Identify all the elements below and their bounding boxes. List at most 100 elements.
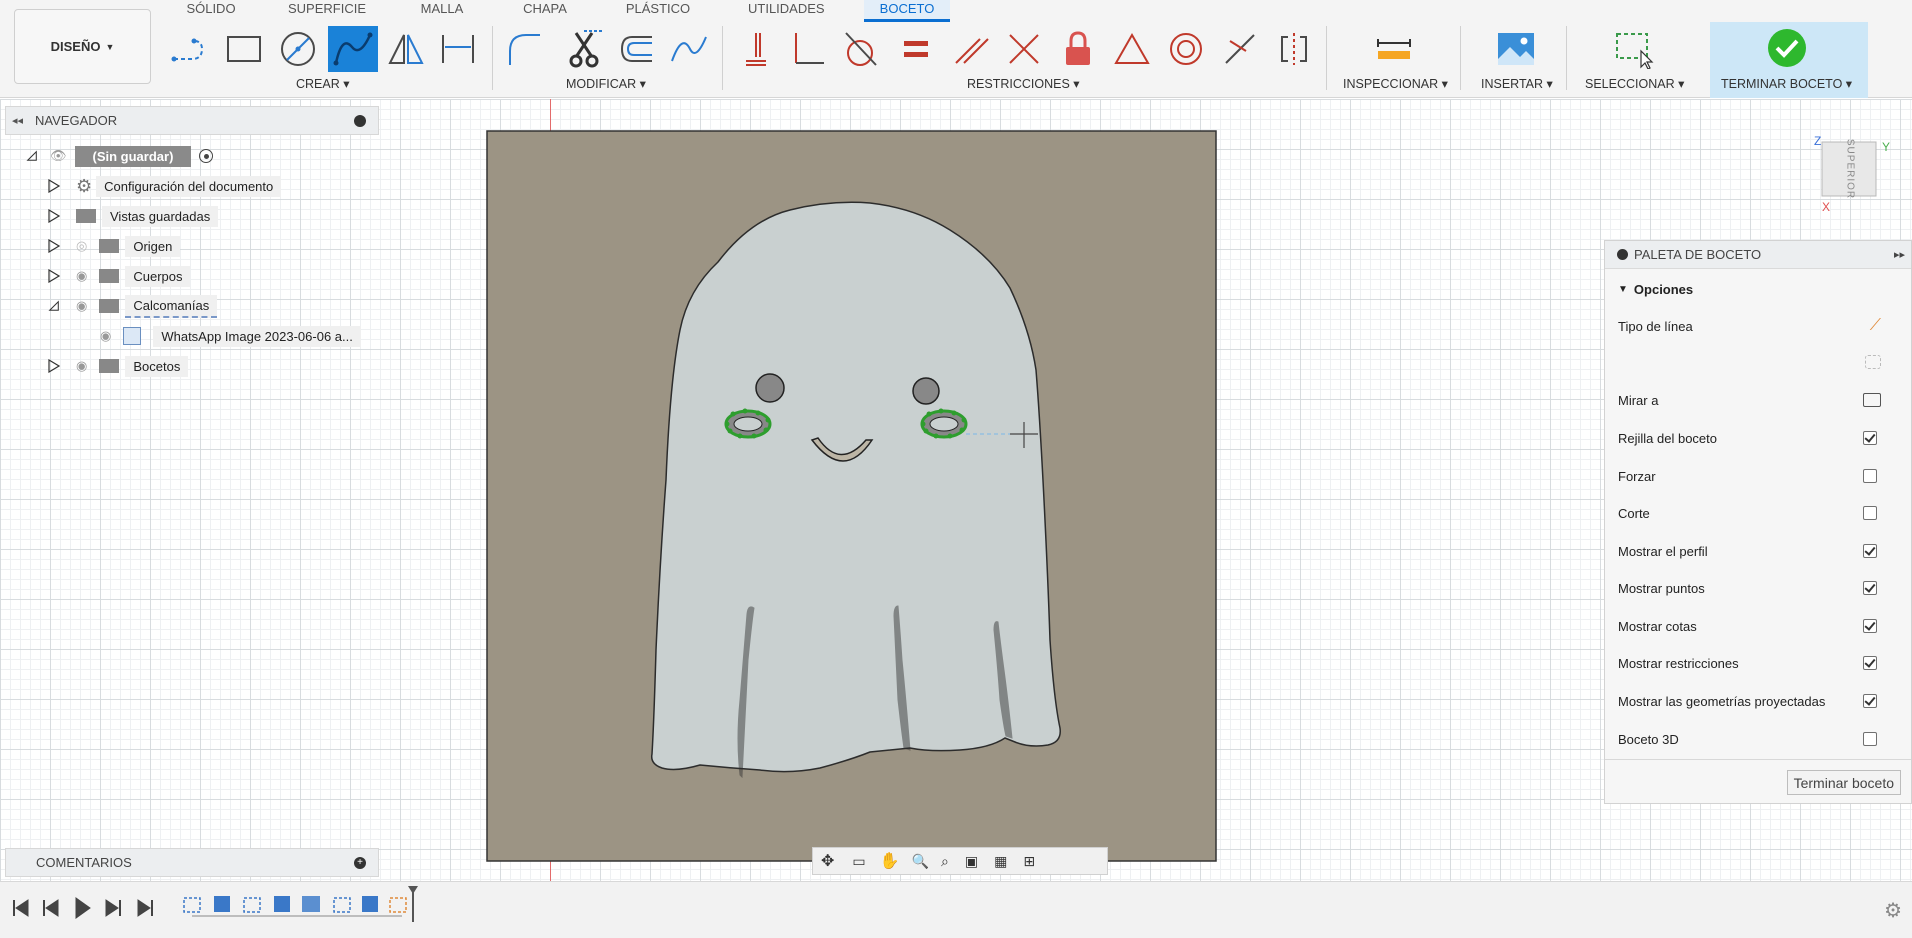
option-label: Mostrar cotas bbox=[1618, 618, 1697, 634]
look-at-icon[interactable] bbox=[1863, 393, 1881, 407]
navigation-bar: ✥ ▭ ✋ 🔍 ⌕ ▣ ▦ ⊞ bbox=[812, 847, 1108, 875]
eye-icon[interactable]: ◉ bbox=[76, 358, 87, 374]
palette-row-linetype: Tipo de línea ⟋ bbox=[1605, 311, 1911, 341]
show-profile-checkbox[interactable] bbox=[1863, 544, 1877, 558]
axis-z-label: Z bbox=[1814, 134, 1822, 148]
construction-line-icon[interactable]: ⟋ bbox=[1870, 317, 1881, 335]
show-constraints-checkbox[interactable] bbox=[1863, 656, 1877, 670]
eye-icon[interactable]: ◉ bbox=[100, 328, 111, 344]
browser-item-label: WhatsApp Image 2023-06-06 a... bbox=[153, 325, 361, 347]
palette-title: PALETA DE BOCETO bbox=[1634, 247, 1762, 262]
expand-triangle-icon[interactable] bbox=[48, 358, 61, 374]
slice-checkbox[interactable] bbox=[1863, 506, 1877, 520]
expand-triangle-icon[interactable] bbox=[48, 208, 61, 224]
option-label: Forzar bbox=[1618, 468, 1656, 484]
folder-icon bbox=[99, 299, 120, 313]
viewcube-face-label: SUPERIOR bbox=[1844, 138, 1856, 200]
expand-triangle-icon[interactable] bbox=[48, 238, 61, 254]
display-settings-icon[interactable]: ▣ bbox=[965, 853, 978, 870]
folder-icon bbox=[99, 359, 120, 373]
browser-item-label: Vistas guardadas bbox=[102, 205, 219, 227]
grid-icon[interactable]: ▦ bbox=[994, 853, 1007, 870]
add-comment-icon[interactable]: + bbox=[354, 856, 366, 869]
pan-hand-icon[interactable]: ✋ bbox=[880, 851, 900, 871]
comments-title: COMENTARIOS bbox=[36, 855, 132, 870]
eye-icon[interactable]: ◉ bbox=[76, 268, 87, 284]
palette-row-look-at: Mirar a bbox=[1605, 385, 1911, 415]
expand-triangle-icon[interactable] bbox=[48, 178, 61, 194]
centerline-icon[interactable] bbox=[1865, 355, 1881, 369]
body-feature-icon bbox=[274, 896, 290, 912]
play-icon bbox=[75, 897, 91, 919]
browser-item-saved-views[interactable]: Vistas guardadas bbox=[48, 204, 219, 228]
sketch-feature-icon bbox=[243, 897, 261, 913]
timeline-bar: ⚙ bbox=[0, 881, 1912, 938]
eye-icon[interactable]: ◉ bbox=[76, 298, 87, 314]
decal-feature-icon bbox=[302, 896, 320, 912]
divider bbox=[1605, 759, 1911, 760]
browser-item-bodies[interactable]: ◉ Cuerpos bbox=[48, 264, 191, 288]
look-at-icon[interactable]: ▭ bbox=[852, 853, 865, 870]
browser-item-label: Origen bbox=[125, 235, 181, 257]
settings-gear-icon[interactable]: ⚙ bbox=[1884, 898, 1902, 923]
browser-item-sketches[interactable]: ◉ Bocetos bbox=[48, 354, 189, 378]
finish-sketch-button[interactable]: Terminar boceto bbox=[1786, 770, 1901, 795]
decal-image-icon bbox=[123, 327, 142, 345]
browser-root-row[interactable]: 👁 (Sin guardar) bbox=[26, 144, 214, 168]
palette-row-snap: Forzar bbox=[1605, 461, 1911, 491]
collapse-triangle-icon[interactable] bbox=[26, 149, 38, 163]
palette-row-show-dimensions: Mostrar cotas bbox=[1605, 611, 1911, 641]
zoom-icon[interactable]: 🔍 bbox=[912, 853, 929, 870]
palette-row-sketch-grid: Rejilla del boceto bbox=[1605, 423, 1911, 453]
expand-triangle-icon[interactable] bbox=[48, 268, 61, 284]
chevron-down-icon: ▼ bbox=[1618, 283, 1628, 295]
sketch-palette: PALETA DE BOCETO ▸▸ ▼ Opciones Tipo de l… bbox=[1604, 240, 1912, 804]
sketch-feature-icon bbox=[183, 897, 201, 913]
viewcube[interactable]: SUPERIOR Z Y X bbox=[1800, 134, 1900, 214]
show-points-checkbox[interactable] bbox=[1863, 581, 1877, 595]
root-component-label: (Sin guardar) bbox=[74, 145, 192, 167]
browser-item-label: Bocetos bbox=[125, 355, 189, 377]
show-projected-checkbox[interactable] bbox=[1863, 694, 1877, 708]
show-dimensions-checkbox[interactable] bbox=[1863, 619, 1877, 633]
collapse-panel-icon[interactable]: ◂◂ bbox=[12, 114, 23, 127]
palette-row-show-projected: Mostrar las geometrías proyectadas bbox=[1605, 686, 1911, 716]
option-label: Mostrar el perfil bbox=[1618, 543, 1708, 559]
expand-panel-icon[interactable]: ▸▸ bbox=[1894, 248, 1905, 261]
browser-item-document-settings[interactable]: ⚙ Configuración del documento bbox=[48, 174, 282, 198]
timeline-features[interactable] bbox=[178, 882, 418, 922]
browser-title: NAVEGADOR bbox=[35, 113, 118, 128]
right-cheek-inner bbox=[929, 416, 959, 432]
folder-icon bbox=[76, 209, 96, 223]
sketch-feature-icon bbox=[389, 897, 407, 913]
minimize-icon[interactable] bbox=[354, 114, 366, 127]
snap-checkbox[interactable] bbox=[1863, 469, 1877, 483]
3d-sketch-checkbox[interactable] bbox=[1863, 732, 1877, 746]
browser-item-decal-image[interactable]: ◉ WhatsApp Image 2023-06-06 a... bbox=[96, 324, 361, 348]
option-label: Mostrar puntos bbox=[1618, 580, 1705, 596]
viewports-icon[interactable]: ⊞ bbox=[1023, 853, 1035, 870]
sketch-grid-checkbox[interactable] bbox=[1863, 431, 1877, 445]
comments-panel-header[interactable]: COMENTARIOS + bbox=[5, 848, 379, 877]
browser-panel-header[interactable]: ◂◂ NAVEGADOR bbox=[5, 106, 379, 135]
section-title: Opciones bbox=[1633, 281, 1694, 297]
ghost-eye bbox=[912, 377, 940, 405]
go-to-start-icon bbox=[13, 899, 29, 917]
axis-y-label: Y bbox=[1882, 140, 1891, 154]
collapse-triangle-icon[interactable] bbox=[48, 299, 60, 313]
minimize-icon[interactable] bbox=[1617, 249, 1628, 260]
browser-item-label: Calcomanías bbox=[125, 294, 218, 318]
eye-hidden-icon[interactable]: ◎ bbox=[76, 238, 87, 254]
activate-radio-icon[interactable] bbox=[199, 149, 214, 163]
palette-row-blank bbox=[1605, 347, 1911, 377]
browser-item-origin[interactable]: ◎ Origen bbox=[48, 234, 181, 258]
body-feature-icon bbox=[362, 896, 378, 912]
options-section[interactable]: ▼ Opciones bbox=[1605, 274, 1911, 304]
palette-header[interactable]: PALETA DE BOCETO ▸▸ bbox=[1605, 241, 1911, 269]
step-forward-icon bbox=[105, 899, 121, 917]
fit-icon[interactable]: ⌕ bbox=[941, 853, 949, 870]
orbit-icon[interactable]: ✥ bbox=[821, 851, 834, 871]
option-label: Mostrar las geometrías proyectadas bbox=[1618, 693, 1826, 709]
browser-item-decals[interactable]: ◉ Calcomanías bbox=[48, 294, 218, 318]
eye-icon[interactable]: 👁 bbox=[50, 148, 67, 164]
